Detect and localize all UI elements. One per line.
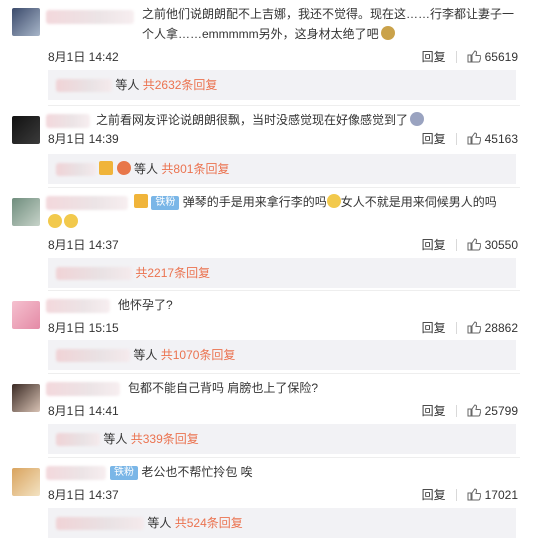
comment-actions: 回复 45163	[422, 130, 518, 147]
like-count[interactable]: 65619	[485, 50, 518, 64]
comment-time: 8月1日 14:37	[48, 238, 119, 252]
reply-button[interactable]: 回复	[422, 486, 446, 503]
thumbs-up-icon[interactable]	[467, 488, 481, 501]
divider	[455, 488, 457, 501]
comment-time: 8月1日 14:39	[48, 132, 119, 146]
username-blurred[interactable]	[46, 382, 120, 396]
reply-people-label: 等人	[115, 78, 140, 92]
comment-text: 之前他们说朗朗配不上吉娜，我还不觉得。现在这……行李都让妻子一个人拿……emmm…	[142, 7, 515, 41]
comment-actions: 回复 25799	[422, 402, 518, 419]
reply-button[interactable]: 回复	[422, 402, 446, 419]
username-blurred[interactable]	[46, 196, 128, 210]
username-blurred[interactable]	[46, 10, 134, 24]
comment-2: 之前看网友评论说朗朗很飘，当时没感觉现在好像感觉到了 8月1日 14:39 回复…	[0, 108, 536, 184]
comment-text: 铁粉 老公也不帮忙拎包 唉	[110, 462, 530, 482]
view-replies-link[interactable]: 共2217条回复	[135, 266, 210, 280]
view-replies-link[interactable]: 共1070条回复	[161, 348, 236, 362]
reply-button[interactable]: 回复	[422, 236, 446, 253]
divider	[48, 290, 520, 291]
divider	[48, 457, 520, 458]
reply-summary[interactable]: 共2217条回复	[48, 258, 516, 288]
divider	[455, 238, 457, 251]
view-replies-link[interactable]: 共339条回复	[131, 432, 199, 446]
username-blurred[interactable]	[46, 299, 110, 313]
divider	[455, 321, 457, 334]
comment-text: 他怀孕了?	[118, 298, 173, 312]
like-count[interactable]: 17021	[485, 488, 518, 502]
replier-names-blurred	[56, 517, 144, 531]
comment-actions: 回复 30550	[422, 236, 518, 253]
view-replies-link[interactable]: 共2632条回复	[143, 78, 218, 92]
comment-actions: 回复 28862	[422, 319, 518, 336]
avatar[interactable]	[12, 384, 40, 412]
avatar[interactable]	[12, 8, 40, 36]
reply-summary[interactable]: 等人 共339条回复	[48, 424, 516, 454]
crown-icon	[99, 161, 114, 175]
fan-badge[interactable]: 铁粉	[110, 466, 138, 480]
replier-names-blurred	[56, 267, 132, 281]
comment-6: 铁粉 老公也不帮忙拎包 唉 8月1日 14:37 回复 17021 等人 共52…	[0, 460, 536, 545]
divider	[48, 373, 520, 374]
replier-names-blurred	[56, 163, 96, 177]
view-replies-link[interactable]: 共801条回复	[161, 162, 229, 176]
reply-people-label: 等人	[134, 162, 159, 176]
reply-summary[interactable]: 等人 共2632条回复	[48, 70, 516, 100]
replier-names-blurred	[56, 349, 130, 363]
comment-actions: 回复 65619	[422, 48, 518, 65]
comment-text: 铁粉 弹琴的手是用来拿行李的吗 女人不就是用来伺候男人的吗	[134, 192, 530, 212]
like-count[interactable]: 28862	[485, 321, 518, 335]
like-count[interactable]: 25799	[485, 404, 518, 418]
divider	[48, 105, 520, 106]
view-replies-link[interactable]: 共524条回复	[175, 516, 243, 530]
fan-badge[interactable]: 铁粉	[151, 196, 180, 210]
reply-people-label: 等人	[133, 348, 158, 362]
reply-button[interactable]: 回复	[422, 319, 446, 336]
reply-button[interactable]: 回复	[422, 130, 446, 147]
replier-names-blurred	[56, 79, 112, 93]
comment-4: 他怀孕了? 8月1日 15:15 回复 28862 等人 共1070条回复	[0, 293, 536, 370]
reply-people-label: 等人	[103, 432, 128, 446]
divider	[455, 132, 457, 145]
reply-button[interactable]: 回复	[422, 48, 446, 65]
emoji-icon	[410, 112, 425, 126]
emoji-icon	[48, 214, 62, 228]
reply-summary[interactable]: 等人 共524条回复	[48, 508, 516, 538]
thumbs-up-icon[interactable]	[467, 50, 481, 63]
reply-summary[interactable]: 等人 共1070条回复	[48, 340, 516, 370]
divider	[455, 404, 457, 417]
divider	[48, 187, 520, 188]
emoji-icon	[380, 26, 395, 40]
comment-time: 8月1日 14:42	[48, 50, 119, 64]
like-count[interactable]: 45163	[485, 132, 518, 146]
emoji-icon	[64, 214, 78, 228]
avatar[interactable]	[12, 116, 40, 144]
reply-summary[interactable]: 等人 共801条回复	[48, 154, 516, 184]
divider	[455, 50, 457, 63]
replier-names-blurred	[56, 433, 100, 447]
avatar[interactable]	[12, 198, 40, 226]
like-count[interactable]: 30550	[485, 238, 518, 252]
comment-text: 包都不能自己背吗 肩膀也上了保险?	[128, 381, 319, 395]
emoji-icon	[116, 161, 131, 175]
thumbs-up-icon[interactable]	[467, 404, 481, 417]
username-blurred[interactable]	[46, 114, 90, 128]
avatar[interactable]	[12, 468, 40, 496]
crown-icon	[134, 194, 148, 208]
thumbs-up-icon[interactable]	[467, 321, 481, 334]
comment-5: 包都不能自己背吗 肩膀也上了保险? 8月1日 14:41 回复 25799 等人…	[0, 376, 536, 454]
comment-time: 8月1日 15:15	[48, 321, 119, 335]
comment-text: 之前看网友评论说朗朗很飘，当时没感觉现在好像感觉到了	[96, 110, 526, 130]
emoji-icon	[326, 194, 341, 208]
username-blurred[interactable]	[46, 466, 106, 480]
comment-time: 8月1日 14:37	[48, 488, 119, 502]
thumbs-up-icon[interactable]	[467, 132, 481, 145]
comment-3: 铁粉 弹琴的手是用来拿行李的吗 女人不就是用来伺候男人的吗 8月1日 14:37 …	[0, 190, 536, 290]
comment-actions: 回复 17021	[422, 486, 518, 503]
reply-people-label: 等人	[147, 516, 172, 530]
avatar[interactable]	[12, 301, 40, 329]
comment-1: 之前他们说朗朗配不上吉娜，我还不觉得。现在这……行李都让妻子一个人拿……emmm…	[0, 0, 536, 100]
comment-time: 8月1日 14:41	[48, 404, 119, 418]
thumbs-up-icon[interactable]	[467, 238, 481, 251]
